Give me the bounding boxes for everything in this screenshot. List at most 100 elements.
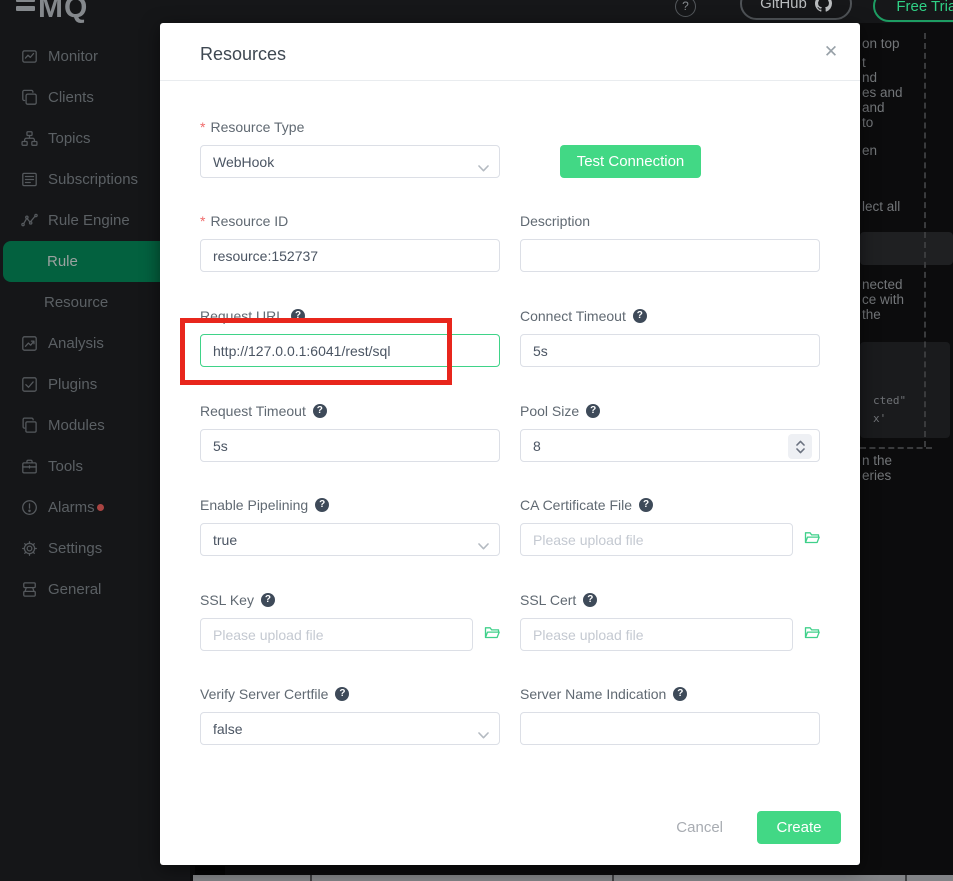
help-icon[interactable]: ? (315, 498, 329, 512)
row-request-timeout: Request Timeout ? Pool Size ? (200, 403, 820, 462)
settings-icon (21, 540, 38, 557)
ca-certificate-file-field: CA Certificate File ? (520, 497, 820, 556)
background-text-fragment: eries (862, 468, 891, 483)
ssl-key-input[interactable] (201, 619, 472, 650)
pool-size-input[interactable] (521, 430, 819, 461)
row-request-url: Request URL ? Connect Timeout ? (200, 308, 820, 367)
sidebar-item-label: Monitor (48, 48, 98, 65)
background-code-line: x' (873, 412, 886, 425)
background-code-line: cted" (873, 394, 906, 407)
sidebar-item-label: Alarms (48, 499, 95, 516)
background-text-fragment: t (862, 55, 866, 70)
sidebar-item-label: Analysis (48, 335, 104, 352)
ca-certificate-file-label: CA Certificate File ? (520, 497, 820, 512)
plugins-icon (21, 376, 38, 393)
monitor-icon (21, 48, 38, 65)
background-text-fragment: n the (862, 453, 892, 468)
cancel-button[interactable]: Cancel (676, 819, 723, 836)
row-ssl: SSL Key ? SSL Cert ? (200, 592, 820, 651)
verify-server-certfile-label: Verify Server Certfile ? (200, 686, 500, 701)
background-text-fragment: and (862, 100, 885, 115)
github-octocat-icon (815, 0, 832, 12)
modules-icon (21, 417, 38, 434)
background-text-fragment: the (862, 307, 881, 322)
background-text-fragment: to (862, 115, 873, 130)
background-text-fragment: ce with (862, 292, 904, 307)
help-icon[interactable]: ? (313, 404, 327, 418)
enable-pipelining-select[interactable]: true (200, 523, 500, 556)
help-icon[interactable]: ? (633, 309, 647, 323)
alarm-badge (97, 504, 104, 511)
modal-footer: Cancel Create (676, 811, 841, 844)
free-trial-button[interactable]: Free Trial (873, 0, 953, 22)
clients-icon (21, 89, 38, 106)
server-name-indication-input[interactable] (521, 713, 819, 744)
background-code-block: cted" x' (860, 342, 950, 438)
description-input[interactable] (521, 240, 819, 271)
chevron-down-icon (478, 537, 489, 553)
sidebar-item-label: Tools (48, 458, 83, 475)
background-text-fragment: nected (862, 277, 903, 292)
ssl-cert-input[interactable] (521, 619, 792, 650)
request-timeout-input[interactable] (201, 430, 499, 461)
dashed-border-vertical (924, 33, 926, 447)
help-icon[interactable]: ? (583, 593, 597, 607)
request-url-input[interactable] (201, 335, 499, 366)
app-logo[interactable]: MQ (16, 0, 88, 25)
sidebar-item-label: Rule (47, 253, 78, 270)
help-icon[interactable]: ? (335, 687, 349, 701)
background-text-fragment: on top (862, 36, 900, 51)
folder-open-icon[interactable] (804, 625, 820, 645)
sidebar-item-rule[interactable]: Rule (3, 241, 170, 282)
resource-id-field: * Resource ID (200, 213, 500, 272)
sidebar-item-label: Rule Engine (48, 212, 130, 229)
server-name-indication-field: Server Name Indication ? (520, 686, 820, 745)
sidebar-item-label: Settings (48, 540, 102, 557)
help-icon[interactable]: ? (639, 498, 653, 512)
sidebar-item-label: Clients (48, 89, 94, 106)
connect-timeout-input[interactable] (521, 335, 819, 366)
required-asterisk: * (200, 119, 205, 135)
verify-server-certfile-select[interactable]: false (200, 712, 500, 745)
help-icon[interactable]: ? (291, 309, 305, 323)
pool-size-label: Pool Size ? (520, 403, 820, 418)
ssl-key-label: SSL Key ? (200, 592, 500, 607)
description-field: Description (520, 213, 820, 272)
row-verify-certfile: Verify Server Certfile ? false Server Na… (200, 686, 820, 745)
request-timeout-field: Request Timeout ? (200, 403, 500, 462)
sidebar-item-label: Subscriptions (48, 171, 138, 188)
request-url-label: Request URL ? (200, 308, 500, 323)
resource-type-field: * Resource Type WebHook (200, 119, 500, 178)
help-icon[interactable]: ? (673, 687, 687, 701)
enable-pipelining-field: Enable Pipelining ? true (200, 497, 500, 556)
close-icon[interactable]: ✕ (822, 43, 840, 61)
topics-icon (21, 130, 38, 147)
stepper-up-icon (796, 440, 805, 446)
resource-id-input[interactable] (201, 240, 499, 271)
test-connection-button[interactable]: Test Connection (560, 145, 701, 178)
help-icon[interactable]: ? (586, 404, 600, 418)
row-enable-pipelining: Enable Pipelining ? true CA Certificate … (200, 497, 820, 556)
ssl-key-field: SSL Key ? (200, 592, 500, 651)
folder-open-icon[interactable] (804, 530, 820, 550)
quantity-stepper[interactable] (788, 434, 812, 459)
logo-bars-icon (16, 0, 35, 11)
folder-open-icon[interactable] (484, 625, 500, 645)
required-asterisk: * (200, 213, 205, 229)
help-icon[interactable]: ? (261, 593, 275, 607)
rule-engine-icon (21, 212, 38, 229)
resource-type-select[interactable]: WebHook (200, 145, 500, 178)
background-text-fragment: en (862, 143, 877, 158)
request-url-field: Request URL ? (200, 308, 500, 367)
server-name-indication-label: Server Name Indication ? (520, 686, 820, 701)
resource-type-label: * Resource Type (200, 119, 500, 134)
sidebar-item-label: Modules (48, 417, 105, 434)
github-button[interactable]: GitHub (740, 0, 852, 20)
create-button[interactable]: Create (757, 811, 841, 844)
verify-server-certfile-field: Verify Server Certfile ? false (200, 686, 500, 745)
ssl-cert-label: SSL Cert ? (520, 592, 820, 607)
help-icon[interactable]: ? (675, 0, 696, 17)
connect-timeout-label: Connect Timeout ? (520, 308, 820, 323)
tools-icon (21, 458, 38, 475)
ca-certificate-file-input[interactable] (521, 524, 792, 555)
